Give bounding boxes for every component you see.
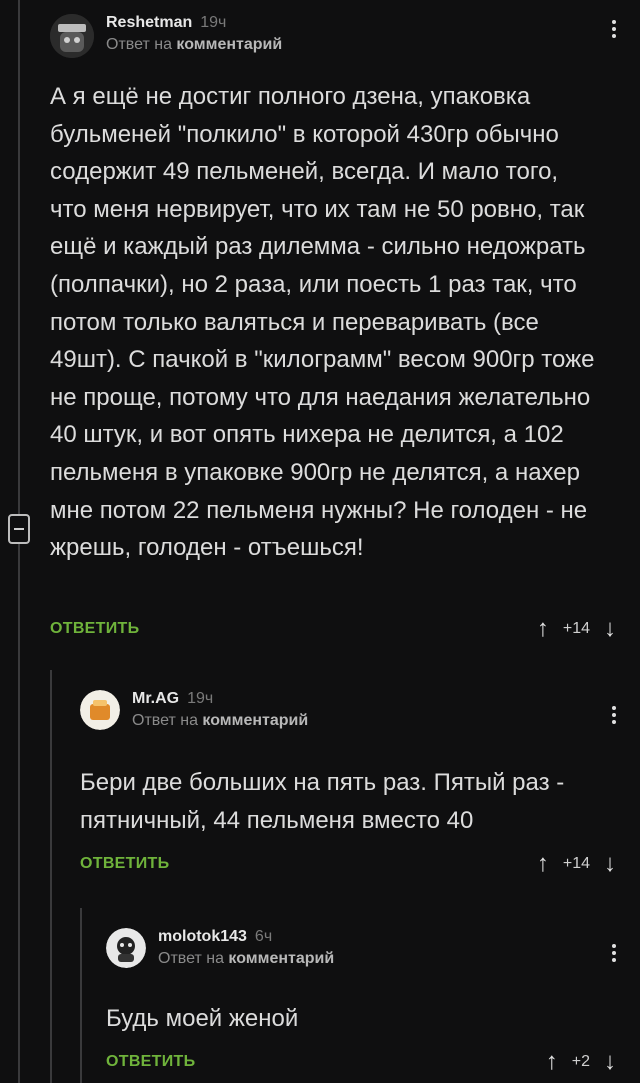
reply-button[interactable]: ОТВЕТИТЬ [106,1053,195,1071]
avatar-image [80,690,120,730]
arrow-down-icon[interactable]: ↓ [604,1050,616,1074]
comment-text: Бери две больших на пять раз. Пятый раз … [80,769,565,834]
reply-prefix: Ответ на [106,36,172,53]
reply-target-link[interactable]: комментарий [202,712,308,729]
reply-target-link[interactable]: комментарий [176,36,282,53]
comment-header: molotok143 6ч Ответ на комментарий [106,928,616,968]
arrow-up-icon[interactable]: ↑ [537,852,549,876]
comment-meta: Mr.AG 19ч Ответ на комментарий [132,690,308,730]
arrow-down-icon[interactable]: ↓ [604,852,616,876]
more-vertical-icon[interactable] [612,20,616,38]
comment-meta: molotok143 6ч Ответ на комментарий [158,928,334,968]
thread-line-level-3 [80,908,82,1083]
username[interactable]: molotok143 [158,928,247,946]
rating: +14 [562,855,590,872]
reply-button[interactable]: ОТВЕТИТЬ [80,855,169,873]
reply-target-link[interactable]: комментарий [228,950,334,967]
comment-meta: Reshetman 19ч Ответ на комментарий [106,14,282,54]
more-vertical-icon[interactable] [612,706,616,724]
avatar-image [106,928,146,968]
timestamp: 6ч [254,928,273,945]
comment-2: Mr.AG 19ч Ответ на комментарий Бери две … [80,690,616,876]
arrow-up-icon[interactable]: ↑ [537,617,549,641]
comment-header: Reshetman 19ч Ответ на комментарий [50,14,616,58]
comment-3: molotok143 6ч Ответ на комментарий Будь … [106,928,616,1074]
comment-actions: ОТВЕТИТЬ ↑ +14 ↓ [50,617,616,641]
timestamp: 19ч [187,690,214,707]
reply-prefix: Ответ на [132,712,198,729]
vote-controls: ↑ +14 ↓ [537,852,616,876]
reply-to-line: Ответ на комментарий [158,950,334,968]
reply-to-line: Ответ на комментарий [132,712,308,730]
username[interactable]: Mr.AG [132,690,179,708]
reply-to-line: Ответ на комментарий [106,36,282,54]
arrow-down-icon[interactable]: ↓ [604,617,616,641]
comment-text: А я ещё не достиг полного дзена, упаковк… [50,83,595,562]
avatar[interactable] [106,928,146,968]
avatar[interactable] [50,14,94,58]
comment-actions: ОТВЕТИТЬ ↑ +14 ↓ [80,852,616,876]
more-vertical-icon[interactable] [612,944,616,962]
vote-controls: ↑ +14 ↓ [537,617,616,641]
avatar[interactable] [80,690,120,730]
username[interactable]: Reshetman [106,14,192,32]
rating: +2 [571,1053,590,1070]
vote-controls: ↑ +2 ↓ [546,1050,616,1074]
avatar-image [50,14,94,58]
comment-text: Будь моей женой [106,1005,299,1032]
rating: +14 [562,620,590,637]
timestamp: 19ч [200,14,227,31]
collapse-thread-icon[interactable] [8,514,30,544]
thread-line-level-2 [50,670,52,1083]
comment-header: Mr.AG 19ч Ответ на комментарий [80,690,616,730]
comment-actions: ОТВЕТИТЬ ↑ +2 ↓ [106,1050,616,1074]
comment-1: Reshetman 19ч Ответ на комментарий А я е… [50,14,616,641]
arrow-up-icon[interactable]: ↑ [546,1050,558,1074]
reply-prefix: Ответ на [158,950,224,967]
reply-button[interactable]: ОТВЕТИТЬ [50,620,139,638]
